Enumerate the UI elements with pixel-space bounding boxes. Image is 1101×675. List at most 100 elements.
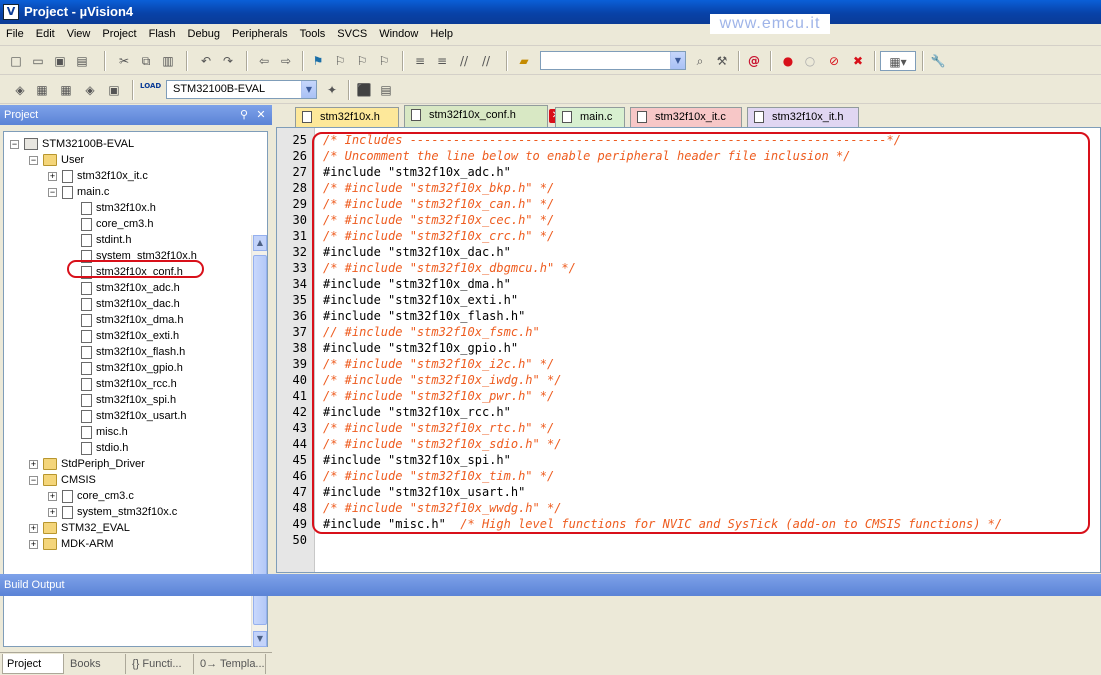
panel-tab-3[interactable]: 0→ Templa... bbox=[196, 654, 266, 674]
paste-icon[interactable]: ▥ bbox=[158, 51, 178, 71]
uncomment-icon[interactable]: // bbox=[476, 51, 496, 71]
nav-back-icon[interactable]: ⇦ bbox=[254, 51, 274, 71]
chevron-down-icon[interactable]: ▼ bbox=[301, 81, 316, 98]
tree-item[interactable]: + core_cm3.c bbox=[48, 488, 134, 504]
code-line[interactable]: 36 #include "stm32f10x_flash.h" bbox=[277, 308, 526, 324]
uvision-app-icon[interactable]: V bbox=[3, 4, 19, 20]
collapse-icon[interactable]: − bbox=[29, 155, 38, 165]
panel-tab-0[interactable]: Project bbox=[2, 654, 64, 674]
find-icon[interactable]: ⌕ bbox=[690, 51, 710, 71]
target-options-icon[interactable]: ✦ bbox=[322, 80, 342, 100]
expand-icon[interactable]: + bbox=[48, 507, 57, 517]
manage-components-icon[interactable]: ⬛ bbox=[354, 80, 374, 100]
menu-window[interactable]: Window bbox=[373, 24, 424, 46]
tree-item[interactable]: stm32f10x.h bbox=[67, 200, 156, 216]
disable-all-breakpoints-icon[interactable]: ⊘ bbox=[824, 51, 844, 71]
tree-item[interactable]: core_cm3.h bbox=[67, 216, 153, 232]
tree-item[interactable]: stm32f10x_exti.h bbox=[67, 328, 179, 344]
menu-debug[interactable]: Debug bbox=[182, 24, 226, 46]
code-line[interactable]: 27 #include "stm32f10x_adc.h" bbox=[277, 164, 511, 180]
code-line[interactable]: 35 #include "stm32f10x_exti.h" bbox=[277, 292, 519, 308]
expand-icon[interactable]: + bbox=[29, 459, 38, 469]
nav-forward-icon[interactable]: ⇨ bbox=[276, 51, 296, 71]
code-line[interactable]: 41/* #include "stm32f10x_pwr.h" */ bbox=[277, 388, 555, 404]
expand-icon[interactable]: + bbox=[29, 539, 38, 549]
breakpoint-icon[interactable]: ● bbox=[778, 51, 798, 71]
code-line[interactable]: 48/* #include "stm32f10x_wwdg.h" */ bbox=[277, 500, 562, 516]
tree-item[interactable]: + system_stm32f10x.c bbox=[48, 504, 177, 520]
kill-all-breakpoints-icon[interactable]: ✖ bbox=[848, 51, 868, 71]
menu-peripherals[interactable]: Peripherals bbox=[226, 24, 294, 46]
tree-item[interactable]: − CMSIS bbox=[29, 472, 96, 488]
code-line[interactable]: 29/* #include "stm32f10x_can.h" */ bbox=[277, 196, 555, 212]
code-line[interactable]: 26/* Uncomment the line below to enable … bbox=[277, 148, 851, 164]
code-line[interactable]: 47 #include "stm32f10x_usart.h" bbox=[277, 484, 526, 500]
panel-tab-1[interactable]: Books bbox=[66, 654, 126, 674]
find-in-files-icon[interactable]: ▰ bbox=[514, 51, 534, 71]
save-icon[interactable]: ▣ bbox=[50, 51, 70, 71]
batch-build-icon[interactable]: ◈ bbox=[80, 80, 100, 100]
menu-tools[interactable]: Tools bbox=[294, 24, 332, 46]
code-line[interactable]: 42 #include "stm32f10x_rcc.h" bbox=[277, 404, 511, 420]
code-line[interactable]: 40/* #include "stm32f10x_iwdg.h" */ bbox=[277, 372, 562, 388]
configure-wrench-icon[interactable]: 🔧 bbox=[928, 51, 948, 71]
target-select[interactable]: STM32100B-EVAL ▼ bbox=[166, 80, 317, 99]
tree-item[interactable]: stdio.h bbox=[67, 440, 128, 456]
code-line[interactable]: 25/* Includes --------------------------… bbox=[277, 132, 901, 148]
expand-icon[interactable]: + bbox=[29, 523, 38, 533]
tree-item[interactable]: misc.h bbox=[67, 424, 128, 440]
code-line[interactable]: 30/* #include "stm32f10x_cec.h" */ bbox=[277, 212, 555, 228]
code-line[interactable]: 44/* #include "stm32f10x_sdio.h" */ bbox=[277, 436, 562, 452]
tree-item[interactable]: stm32f10x_rcc.h bbox=[67, 376, 177, 392]
tree-item[interactable]: stdint.h bbox=[67, 232, 131, 248]
editor-tab[interactable]: stm32f10x_conf.h✕ bbox=[404, 105, 563, 127]
tree-item[interactable]: stm32f10x_spi.h bbox=[67, 392, 176, 408]
menu-svcs[interactable]: SVCS bbox=[331, 24, 373, 46]
rebuild-icon[interactable]: ▦ bbox=[56, 80, 76, 100]
tree-item[interactable]: − main.c bbox=[48, 184, 109, 200]
project-tree[interactable]: − STM32100B-EVAL − User + stm32f10x_it.c − main… bbox=[3, 131, 268, 647]
window-layout-dropdown[interactable]: ▦▾ bbox=[880, 51, 916, 71]
save-all-icon[interactable]: ▤ bbox=[72, 51, 92, 71]
tree-item[interactable]: + STM32_EVAL bbox=[29, 520, 130, 536]
undo-icon[interactable]: ↶ bbox=[196, 51, 216, 71]
code-line[interactable]: 32 #include "stm32f10x_dac.h" bbox=[277, 244, 511, 260]
tree-item[interactable]: stm32f10x_usart.h bbox=[67, 408, 187, 424]
tree-item[interactable]: − STM32100B-EVAL bbox=[10, 136, 134, 152]
bookmark-icon[interactable]: ⚑ bbox=[308, 51, 328, 71]
prev-bookmark-icon[interactable]: ⚐ bbox=[330, 51, 350, 71]
panel-tab-2[interactable]: {} Functi... bbox=[128, 654, 194, 674]
expand-icon[interactable]: + bbox=[48, 491, 57, 501]
menu-project[interactable]: Project bbox=[96, 24, 142, 46]
comment-icon[interactable]: // bbox=[454, 51, 474, 71]
tree-item[interactable]: + StdPeriph_Driver bbox=[29, 456, 145, 472]
code-line[interactable]: 37// #include "stm32f10x_fsmc.h" bbox=[277, 324, 540, 340]
new-file-icon[interactable]: □ bbox=[6, 51, 26, 71]
code-line[interactable]: 45 #include "stm32f10x_spi.h" bbox=[277, 452, 511, 468]
tree-item[interactable]: stm32f10x_dac.h bbox=[67, 296, 180, 312]
copy-icon[interactable]: ⧉ bbox=[136, 51, 156, 71]
menu-flash[interactable]: Flash bbox=[143, 24, 182, 46]
code-line[interactable]: 34 #include "stm32f10x_dma.h" bbox=[277, 276, 511, 292]
code-line[interactable]: 28/* #include "stm32f10x_bkp.h" */ bbox=[277, 180, 555, 196]
select-packs-icon[interactable]: ▤ bbox=[376, 80, 396, 100]
tree-item[interactable]: + stm32f10x_it.c bbox=[48, 168, 148, 184]
disable-breakpoint-icon[interactable]: ○ bbox=[800, 51, 820, 71]
scroll-down-icon[interactable]: ▼ bbox=[253, 631, 267, 647]
cut-icon[interactable]: ✂ bbox=[114, 51, 134, 71]
code-line[interactable]: 38 #include "stm32f10x_gpio.h" bbox=[277, 340, 519, 356]
code-line[interactable]: 43/* #include "stm32f10x_rtc.h" */ bbox=[277, 420, 555, 436]
collapse-icon[interactable]: − bbox=[10, 139, 19, 149]
editor-tab[interactable]: stm32f10x.h bbox=[295, 107, 399, 127]
scroll-up-icon[interactable]: ▲ bbox=[253, 235, 267, 251]
build-icon[interactable]: ▦ bbox=[32, 80, 52, 100]
clear-bookmarks-icon[interactable]: ⚐ bbox=[374, 51, 394, 71]
unindent-icon[interactable]: ≡ bbox=[432, 51, 452, 71]
editor-tab[interactable]: stm32f10x_it.h bbox=[747, 107, 859, 127]
menu-help[interactable]: Help bbox=[424, 24, 459, 46]
editor-tab[interactable]: stm32f10x_it.c bbox=[630, 107, 742, 127]
debug-session-icon[interactable]: @ bbox=[744, 51, 764, 71]
redo-icon[interactable]: ↷ bbox=[218, 51, 238, 71]
next-bookmark-icon[interactable]: ⚐ bbox=[352, 51, 372, 71]
tree-item[interactable]: stm32f10x_dma.h bbox=[67, 312, 183, 328]
